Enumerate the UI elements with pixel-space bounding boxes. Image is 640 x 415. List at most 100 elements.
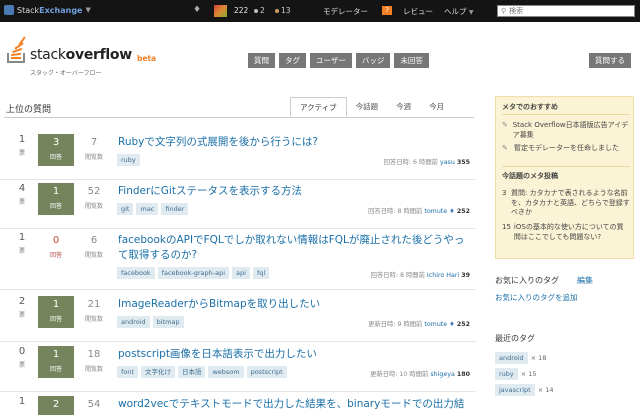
nav-badges[interactable]: バッジ [355,53,391,68]
tag[interactable]: javascript [495,384,535,396]
tag[interactable]: ruby [117,154,140,166]
question-meta: 更新日時: 9 時間前 tomute ♦ 252 [368,321,470,328]
question-title-link[interactable]: word2vecでテキストモードで出力した結果を、binaryモードでの出力結 [118,397,474,412]
question-summary: 4票 1 回答 52 閲覧数 FinderにGitステータスを表示する方法 git … [0,183,476,229]
review-link[interactable]: レビュー [403,6,433,17]
question-title-link[interactable]: FinderにGitステータスを表示する方法 [118,184,474,199]
moderator-diamond-icon: ♦ [449,321,455,328]
tag-list: android bitmap [117,316,184,328]
question-summary: 0票 1 回答 18 閲覧数 postscript画像を日本語表示で出力したい fo… [0,346,476,392]
meta-hot-title: 今話題のメタ投稿 [502,172,558,180]
user-link[interactable]: tomute [424,321,447,328]
moderator-link[interactable]: モデレーター [323,6,368,17]
tag[interactable]: android [117,316,150,328]
silver-badge-icon [254,9,258,13]
tab-active[interactable]: アクティブ [290,97,347,117]
chevron-down-icon: ▼ [85,6,91,14]
tag-list: git mac finder [117,203,189,215]
vote-count: 1票 [18,232,26,255]
view-count: 6 閲覧数 [84,235,103,259]
nav-users[interactable]: ユーザー [310,53,352,68]
moderator-diamond-icon: ♦ [449,208,455,215]
tab-month[interactable]: 今月 [420,97,453,117]
tag[interactable]: mac [136,203,159,215]
vote-count: 1 [18,396,26,407]
answer-count: 1 回答 [38,183,74,215]
view-count: 21 閲覧数 [84,299,103,323]
nav-tags[interactable]: タグ [279,53,306,68]
question-summary: 1 2 54 word2vecでテキストモードで出力した結果を、binaryモー… [0,396,476,415]
tag[interactable]: 日本語 [177,366,206,378]
logo-subtitle: スタック・オーバーフロー [30,70,102,77]
question-title-link[interactable]: Rubyで文字列の式展開を後から行うには? [118,135,474,150]
logo-wordmark: stackoverflow [30,47,132,63]
add-favorite-tag-link[interactable]: お気に入りのタグを追加 [495,292,578,303]
recent-tag-item: ruby × 15 [495,368,537,380]
tag[interactable]: api [232,267,250,279]
user-link[interactable]: Ichiro Hari [427,272,459,279]
tag[interactable]: facebook-graph-api [157,267,230,279]
vote-count: 0票 [18,346,26,369]
silver-badge-count: 2 [254,6,265,15]
nav-unanswered[interactable]: 未回答 [394,53,429,68]
tab-hot[interactable]: 今話題 [347,97,388,117]
meta-post-link[interactable]: 3 質問: カタカナで表されるような名前を、カタカナと英語、どちらで登録すべきか [502,189,630,218]
recent-tags-title: 最近のタグ [495,334,535,343]
divider [502,166,630,167]
question-meta: 回答日時: 8 時間前 tomute ♦ 252 [368,208,470,215]
search-input[interactable] [509,7,630,15]
meta-recommendations: メタでのおすすめ ✎ Stack Overflow日本語版広告アイデア募集 ✎ … [495,96,634,259]
moderator-count-badge[interactable]: 7 [382,6,393,15]
reputation-count[interactable]: 222 [234,6,248,15]
answer-count: 0 回答 [49,235,62,259]
user-link[interactable]: tomute [424,208,447,215]
question-meta: 回答日時: 6 時間前 yasu 355 [383,159,470,166]
vote-count: 4票 [18,183,26,206]
page-title: 上位の質問 [6,105,52,115]
user-link[interactable]: shigeya [430,371,454,378]
tag[interactable]: postscript [246,366,287,378]
tag[interactable]: 文字化け [140,366,175,378]
tag[interactable]: facebook [117,267,155,279]
tag[interactable]: android [495,352,528,364]
meta-post-link[interactable]: 15 iOSの基本的な使い方についての質問はここでしても問題ない? [502,223,630,242]
main-nav: 質問 タグ ユーザー バッジ 未回答 [248,53,429,68]
question-tabs: アクティブ 今話題 今週 今月 [290,97,453,117]
tabs-divider [4,117,474,118]
search-box[interactable]: ⚲ [497,5,635,17]
question-summary: 2票 1 回答 21 閲覧数 ImageReaderからBitmapを取り出したい … [0,296,476,342]
question-meta: 回答日時: 8 時間前 Ichiro Hari 39 [370,272,470,279]
question-title-link[interactable]: facebookのAPIでFQLでしか取れない情報はFQLが廃止された後どうやっ… [118,233,474,263]
meta-post-link[interactable]: ✎ 暫定モデレーターを任命しました [502,144,630,154]
question-title-link[interactable]: ImageReaderからBitmapを取り出したい [118,297,474,312]
search-icon: ⚲ [501,7,507,15]
ask-question-button[interactable]: 質問する [589,53,631,68]
tag[interactable]: fql [252,267,270,279]
tag[interactable]: bitmap [152,316,184,328]
answer-count: 2 [38,396,74,415]
stackexchange-menu[interactable]: StackExchange ▼ [4,5,91,15]
meta-post-link[interactable]: ✎ Stack Overflow日本語版広告アイデア募集 [502,121,630,140]
nav-questions[interactable]: 質問 [248,53,275,68]
vote-count: 2票 [18,296,26,319]
avatar[interactable] [214,5,227,17]
view-count: 18 閲覧数 [84,349,103,373]
user-link[interactable]: yasu [440,159,455,166]
edit-favorite-tags-link[interactable]: 編集 [577,275,593,286]
view-count: 7 閲覧数 [84,137,103,161]
moderator-diamond-icon[interactable]: ♦ [193,5,201,15]
tag-list: facebook facebook-graph-api api fql [117,267,270,279]
question-summary: 1票 3 回答 7 閲覧数 Rubyで文字列の式展開を後から行うには? ruby 回… [0,134,476,180]
help-menu[interactable]: ヘルプ ▼ [444,6,474,17]
tab-week[interactable]: 今週 [387,97,420,117]
tag[interactable]: font [117,366,138,378]
recent-tag-item: android × 18 [495,352,546,364]
tag-list: ruby [117,154,140,166]
tag[interactable]: finder [161,203,189,215]
bronze-badge-count: 13 [275,6,291,15]
tag[interactable]: websom [208,366,244,378]
vote-count: 1票 [18,134,26,157]
tag[interactable]: ruby [495,368,518,380]
question-title-link[interactable]: postscript画像を日本語表示で出力したい [118,347,474,362]
tag[interactable]: git [117,203,134,215]
